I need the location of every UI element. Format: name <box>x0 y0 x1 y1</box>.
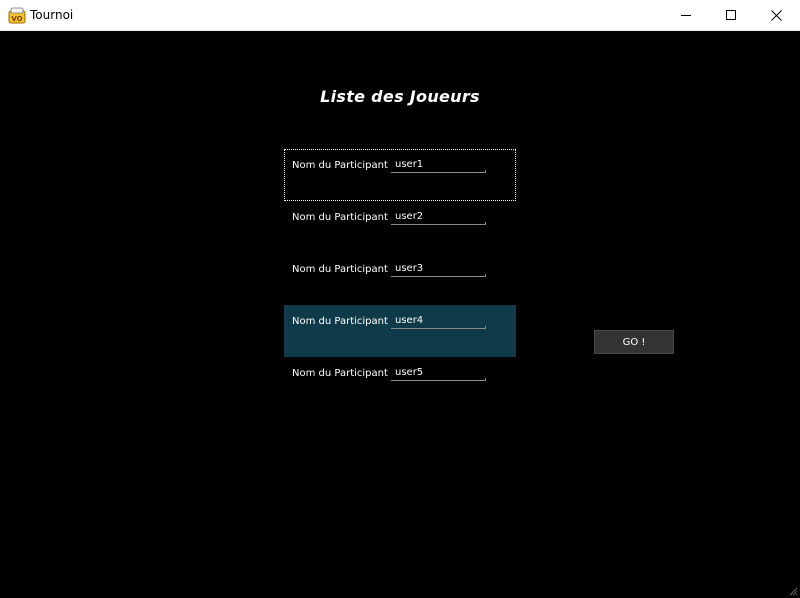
close-icon <box>771 9 782 21</box>
go-button[interactable]: GO ! <box>594 330 674 354</box>
participant-name-input-5[interactable] <box>391 365 486 381</box>
minimize-button[interactable] <box>664 0 709 30</box>
close-button[interactable] <box>754 0 799 30</box>
input-underline-tick <box>485 274 486 277</box>
participant-name-input-3[interactable] <box>391 261 486 277</box>
participant-row-1[interactable]: Nom du Participant <box>284 149 516 201</box>
resize-grip-icon[interactable] <box>788 586 798 596</box>
app-window: VO Tournoi Liste des Joueurs Nom du Part… <box>0 0 800 598</box>
participant-label: Nom du Participant <box>292 316 388 327</box>
page-title: Liste des Joueurs <box>320 87 480 106</box>
maximize-icon <box>726 9 736 20</box>
participant-row-4[interactable]: Nom du Participant <box>284 305 516 357</box>
title-bar[interactable]: VO Tournoi <box>0 0 800 31</box>
maximize-button[interactable] <box>709 0 754 30</box>
participant-label: Nom du Participant <box>292 160 388 171</box>
participant-name-input-2[interactable] <box>391 209 486 225</box>
input-underline-tick <box>485 222 486 225</box>
input-underline-tick <box>485 170 486 173</box>
participant-row-3[interactable]: Nom du Participant <box>284 253 516 305</box>
input-underline-tick <box>485 326 486 329</box>
svg-text:VO: VO <box>11 15 22 23</box>
participant-row-2[interactable]: Nom du Participant <box>284 201 516 253</box>
tournament-app-icon: VO <box>8 7 26 24</box>
participant-label: Nom du Participant <box>292 264 388 275</box>
minimize-icon <box>681 14 691 16</box>
participant-label: Nom du Participant <box>292 212 388 223</box>
participant-name-input-1[interactable] <box>391 157 486 173</box>
participant-name-input-4[interactable] <box>391 313 486 329</box>
input-underline-tick <box>485 378 486 381</box>
window-title: Tournoi <box>30 8 74 22</box>
participant-row-5[interactable]: Nom du Participant <box>284 357 516 409</box>
participant-label: Nom du Participant <box>292 368 388 379</box>
